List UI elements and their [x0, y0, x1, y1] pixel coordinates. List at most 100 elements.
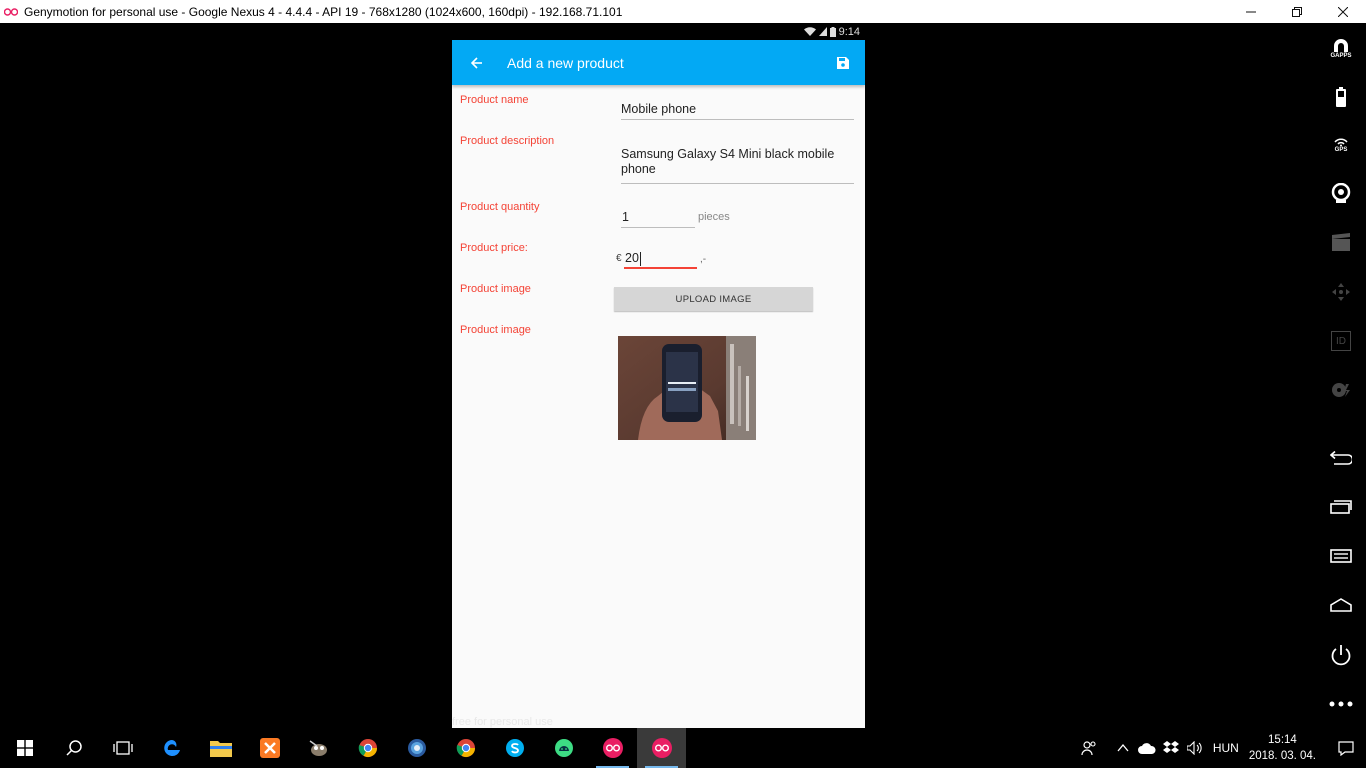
webcam-icon — [1331, 183, 1351, 203]
people-button[interactable] — [1077, 728, 1101, 768]
taskbar-eclipse[interactable] — [392, 728, 441, 768]
taskbar-chrome-2[interactable] — [441, 728, 490, 768]
taskbar-genymotion-player[interactable] — [637, 728, 686, 768]
android-statusbar: 9:14 — [452, 23, 865, 40]
battery-widget-icon — [1336, 87, 1346, 107]
clock-time: 15:14 — [1268, 734, 1297, 746]
menu-button[interactable] — [1329, 544, 1353, 568]
genymotion-player-icon — [651, 738, 672, 758]
remote-control-button[interactable] — [1329, 280, 1353, 304]
page-title: Add a new product — [507, 54, 624, 71]
people-icon — [1081, 741, 1096, 756]
taskbar-android-studio[interactable] — [539, 728, 588, 768]
gimp-icon — [309, 740, 327, 756]
taskbar-edge[interactable] — [147, 728, 196, 768]
product-image-preview — [618, 336, 756, 440]
gapps-button[interactable]: GAPPS — [1329, 37, 1353, 61]
save-button[interactable] — [820, 40, 865, 85]
taskbar-skype[interactable] — [490, 728, 539, 768]
more-dots-icon — [1329, 701, 1353, 707]
show-hidden-icons-button[interactable] — [1111, 728, 1135, 768]
folder-icon — [209, 741, 232, 757]
product-price-input[interactable]: 20 — [625, 251, 639, 265]
chrome-icon — [456, 739, 475, 758]
screencast-button[interactable] — [1329, 230, 1353, 254]
speaker-icon — [1186, 741, 1202, 755]
dpad-icon — [1332, 283, 1350, 301]
product-name-input[interactable]: Mobile phone — [621, 102, 696, 116]
skype-icon — [505, 739, 524, 757]
taskbar-genymotion[interactable] — [588, 728, 637, 768]
taskbar-xampp[interactable] — [245, 728, 294, 768]
restore-button[interactable] — [1274, 0, 1320, 23]
android-studio-icon — [554, 739, 573, 757]
product-image-label: Product image — [460, 283, 531, 295]
volume-button[interactable] — [1183, 728, 1207, 768]
taskbar-chrome[interactable] — [343, 728, 392, 768]
signal-icon — [818, 27, 827, 36]
input-language[interactable]: HUN — [1213, 741, 1239, 755]
product-price-label: Product price: — [460, 242, 528, 254]
onedrive-button[interactable] — [1135, 728, 1159, 768]
battery-button[interactable] — [1329, 85, 1353, 109]
genymotion-icon — [602, 738, 623, 758]
personal-use-watermark: free for personal use — [452, 716, 553, 728]
action-center-button[interactable] — [1326, 728, 1366, 768]
minimize-button[interactable] — [1228, 0, 1274, 23]
power-button[interactable] — [1329, 643, 1353, 667]
status-time: 9:14 — [838, 25, 860, 38]
clapperboard-icon — [1332, 233, 1350, 251]
search-button[interactable] — [49, 728, 98, 768]
product-price-underline — [624, 267, 697, 269]
clock[interactable]: 15:14 2018. 03. 04. — [1249, 732, 1316, 764]
chrome-icon — [358, 739, 377, 758]
id-card-icon: ID — [1331, 331, 1351, 351]
gps-text: GPS — [1334, 147, 1348, 153]
product-quantity-underline — [621, 227, 695, 228]
gapps-text: GAPPS — [1330, 53, 1352, 59]
close-button[interactable] — [1320, 0, 1366, 23]
disk-io-icon — [1332, 383, 1350, 397]
app-toolbar: Add a new product — [452, 40, 865, 85]
price-suffix: ,- — [700, 254, 707, 265]
power-icon — [1331, 645, 1351, 666]
webcam-button[interactable] — [1329, 181, 1353, 205]
clock-date: 2018. 03. 04. — [1248, 750, 1316, 762]
task-view-button[interactable] — [98, 728, 147, 768]
device-id-button[interactable]: ID — [1329, 329, 1353, 353]
minimize-icon — [1246, 11, 1256, 12]
desktop: Genymotion for personal use - Google Nex… — [0, 0, 1366, 768]
gps-button[interactable]: GPS — [1329, 133, 1353, 157]
back-button[interactable] — [452, 40, 502, 85]
taskbar-gimp[interactable] — [294, 728, 343, 768]
product-description-underline — [621, 183, 854, 184]
window-titlebar: Genymotion for personal use - Google Nex… — [0, 0, 1366, 23]
xampp-icon — [259, 738, 280, 758]
dropbox-button[interactable] — [1159, 728, 1183, 768]
taskbar-file-explorer[interactable] — [196, 728, 245, 768]
edge-icon — [163, 740, 180, 756]
save-floppy-icon — [836, 56, 849, 69]
upload-image-button[interactable]: UPLOAD IMAGE — [614, 287, 813, 311]
more-options-button[interactable] — [1329, 692, 1353, 716]
gps-icon — [1334, 138, 1348, 146]
android-screen: 9:14 Add a new product Product name Mobi… — [452, 23, 865, 728]
start-button[interactable] — [0, 728, 49, 768]
dropbox-icon — [1162, 741, 1179, 753]
wifi-icon — [803, 27, 816, 36]
disk-io-button[interactable] — [1329, 378, 1353, 402]
android-back-button[interactable] — [1329, 446, 1353, 470]
genymotion-toolbar: GAPPS GPS ID — [1316, 23, 1366, 728]
restore-icon — [1292, 6, 1302, 17]
eclipse-icon — [407, 739, 426, 757]
windows-logo-icon — [16, 740, 33, 756]
quantity-unit-label: pieces — [698, 211, 730, 223]
recent-apps-button[interactable] — [1329, 495, 1353, 519]
back-arrow-icon — [1330, 451, 1352, 465]
text-cursor — [640, 252, 641, 266]
menu-icon — [1330, 549, 1352, 563]
product-quantity-input[interactable]: 1 — [622, 210, 629, 224]
home-button[interactable] — [1329, 593, 1353, 617]
product-description-input[interactable]: Samsung Galaxy S4 Mini black mobile phon… — [621, 147, 846, 176]
window-title: Genymotion for personal use - Google Nex… — [24, 4, 623, 19]
